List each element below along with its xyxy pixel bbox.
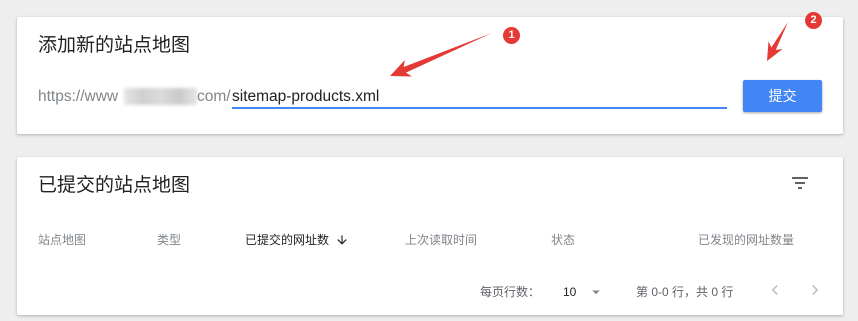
annotation-marker-2: 2 [805,12,822,29]
add-sitemap-card: 添加新的站点地图 https://www com/ sitemap-produc… [17,17,843,134]
column-header-status[interactable]: 状态 [551,232,575,248]
column-header-sitemap[interactable]: 站点地图 [38,232,86,248]
filter-icon[interactable] [792,177,808,189]
table-header-row: 站点地图 类型 已提交的网址数 上次读取时间 状态 已发现的网址数量 [17,232,843,248]
column-header-type[interactable]: 类型 [157,232,181,248]
annotation-marker-1: 1 [503,27,520,44]
arrow-drop-down-icon[interactable] [587,283,605,301]
rows-per-page-select[interactable]: 10 [563,284,576,300]
url-prefix: https://www [38,88,119,105]
arrow-downward-icon[interactable] [335,233,349,247]
submitted-sitemaps-card: 已提交的站点地图 站点地图 类型 已提交的网址数 上次读取时间 状态 已发现的网… [17,157,843,315]
column-header-last-read[interactable]: 上次读取时间 [405,232,477,248]
column-header-submitted-urls[interactable]: 已提交的网址数 [245,232,329,248]
submit-button[interactable]: 提交 [743,80,822,112]
sitemap-url-input[interactable]: sitemap-products.xml [232,86,727,109]
url-suffix: com/ [197,88,231,105]
pagination-range: 第 0-0 行，共 0 行 [636,285,734,299]
add-sitemap-title: 添加新的站点地图 [38,35,191,56]
redacted-domain-blur [124,88,197,105]
column-header-discovered-urls[interactable]: 已发现的网址数量 [698,232,794,248]
submitted-sitemaps-title: 已提交的站点地图 [38,175,191,196]
chevron-right-icon[interactable] [805,280,825,300]
rows-per-page-label: 每页行数： [480,285,541,299]
pagination-bar: 每页行数： 10 第 0-0 行，共 0 行 [17,279,843,305]
chevron-left-icon[interactable] [765,280,785,300]
